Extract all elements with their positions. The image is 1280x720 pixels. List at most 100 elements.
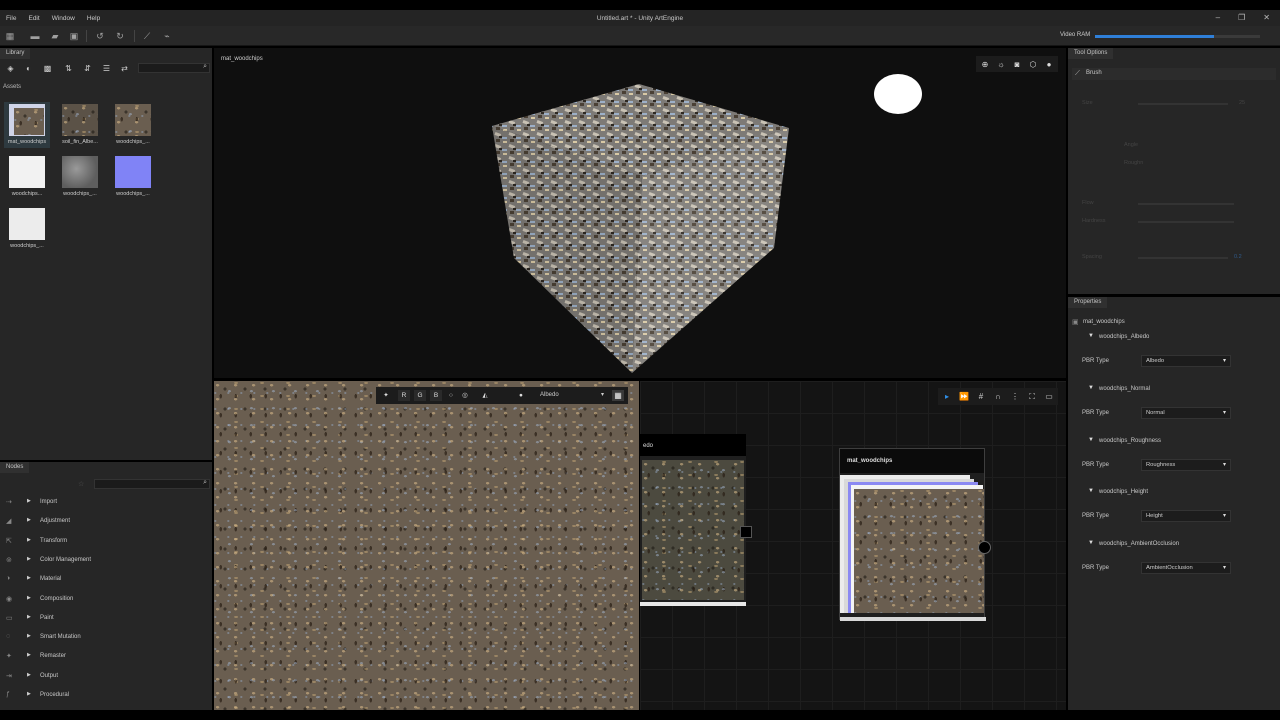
menu-file[interactable]: File <box>0 15 22 22</box>
app-menu-icon[interactable]: ▦ <box>4 30 16 42</box>
node-category-composition[interactable]: ◉ ▶ Composition <box>0 590 212 609</box>
node-category-smart-mutation[interactable]: ◌ ▶ Smart Mutation <box>0 628 212 647</box>
material-filter-icon[interactable]: ◈ <box>6 64 15 73</box>
expand-arrow-icon[interactable]: ▶ <box>27 498 31 504</box>
node-category-output[interactable]: ⇥ ▶ Output <box>0 667 212 686</box>
target-icon[interactable]: ◎ <box>460 390 470 401</box>
expand-arrow-icon[interactable]: ▶ <box>27 537 31 543</box>
collapse-arrow-icon[interactable]: ▼ <box>1088 540 1094 546</box>
spacing-slider[interactable] <box>1138 257 1228 259</box>
collapse-arrow-icon[interactable]: ▼ <box>1088 385 1094 391</box>
material-output-node[interactable]: mat_woodchips <box>839 448 991 621</box>
output-port[interactable] <box>740 526 752 538</box>
node-category-color-management[interactable]: ⊚ ▶ Color Management <box>0 551 212 570</box>
flow-slider[interactable] <box>1138 203 1234 205</box>
new-file-icon[interactable]: ▬ <box>29 30 41 42</box>
size-slider[interactable] <box>1138 103 1228 105</box>
collapse-arrow-icon[interactable]: ▼ <box>1088 488 1094 494</box>
channel-g-button[interactable]: G <box>414 390 426 401</box>
asset-item[interactable]: mat_woodchips <box>4 102 50 148</box>
texture-group-header[interactable]: ▼ woodchips_Roughness <box>1068 437 1280 449</box>
render-icon[interactable]: ✦ <box>380 390 392 401</box>
one-to-one-icon[interactable]: ⋮ <box>1010 392 1020 401</box>
texture-group-header[interactable]: ▼ woodchips_Albedo <box>1068 333 1280 345</box>
asset-item[interactable]: woodchips_... <box>57 154 103 200</box>
tab-nodes[interactable]: Nodes <box>0 462 30 473</box>
3d-viewport[interactable]: mat_woodchips ⊕ ☼ ◙ ⬡ ● <box>214 48 1066 378</box>
channel-r-button[interactable]: R <box>398 390 410 401</box>
undo-icon[interactable]: ↺ <box>94 30 106 42</box>
texture-filter-icon[interactable]: ◐ <box>24 64 33 73</box>
redo-icon[interactable]: ↻ <box>114 30 126 42</box>
texture-group-header[interactable]: ▼ woodchips_AmbientOcclusion <box>1068 540 1280 552</box>
expand-arrow-icon[interactable]: ▶ <box>27 672 31 678</box>
expand-arrow-icon[interactable]: ▶ <box>27 595 31 601</box>
tab-tool-options[interactable]: Tool Options <box>1068 48 1114 59</box>
grid-filter-icon[interactable]: ▩ <box>43 64 52 73</box>
texture-group-header[interactable]: ▼ woodchips_Height <box>1068 488 1280 500</box>
pbr-type-dropdown[interactable]: Roughness ▾ <box>1141 458 1231 471</box>
sort-order-icon[interactable]: ⇵ <box>83 64 92 73</box>
histogram-icon[interactable]: ◭ <box>480 390 490 401</box>
node-category-transform[interactable]: ⇱ ▶ Transform <box>0 532 212 551</box>
node-category-remaster[interactable]: ✦ ▶ Remaster <box>0 647 212 666</box>
node-category-material[interactable]: ◑ ▶ Material <box>0 570 212 589</box>
asset-item[interactable]: woodchips_... <box>110 102 156 148</box>
fast-forward-icon[interactable]: ⏩ <box>959 392 969 401</box>
tab-library[interactable]: Library <box>0 48 31 59</box>
graph-node[interactable]: edo <box>640 434 752 606</box>
pbr-type-dropdown[interactable]: Normal ▾ <box>1141 406 1231 419</box>
pbr-type-dropdown[interactable]: AmbientOcclusion ▾ <box>1141 562 1231 575</box>
expand-arrow-icon[interactable]: ▶ <box>27 652 31 658</box>
expand-arrow-icon[interactable]: ▶ <box>27 517 31 523</box>
material-row[interactable]: ▣ mat_woodchips <box>1068 318 1280 330</box>
map-type-dropdown[interactable]: Albedo ▾ <box>536 390 608 401</box>
fit-view-icon[interactable]: ⛶ <box>1027 392 1037 402</box>
channel-b-button[interactable]: B <box>430 390 442 401</box>
sort-az-icon[interactable]: ⇅ <box>64 64 73 73</box>
asset-item[interactable]: soil_fin_Albe... <box>57 102 103 148</box>
menu-edit[interactable]: Edit <box>22 15 45 22</box>
hardness-slider[interactable] <box>1138 221 1234 223</box>
node-graph[interactable]: ▸ ⏩ # ∩ ⋮ ⛶ ▭ edo mat_woodchips <box>640 381 1066 710</box>
expand-arrow-icon[interactable]: ▶ <box>27 575 31 581</box>
list-view-icon[interactable]: ☰ <box>102 64 111 73</box>
alpha-icon[interactable]: ○ <box>446 390 456 401</box>
close-icon[interactable]: ✕ <box>1263 13 1270 22</box>
save-icon[interactable]: ▣ <box>68 30 80 42</box>
expand-arrow-icon[interactable]: ▶ <box>27 614 31 620</box>
tile-grid-icon[interactable]: ▦ <box>612 390 624 401</box>
output-port[interactable] <box>978 541 991 554</box>
texture-group-header[interactable]: ▼ woodchips_Normal <box>1068 385 1280 397</box>
asset-item[interactable]: woodchips... <box>4 154 50 200</box>
minimize-icon[interactable]: – <box>1216 13 1220 22</box>
brush-tool-icon[interactable]: ⟋ <box>141 30 153 42</box>
open-folder-icon[interactable]: ▰ <box>49 30 61 42</box>
asset-item[interactable]: woodchips_... <box>110 154 156 200</box>
menu-window[interactable]: Window <box>46 15 81 22</box>
expand-arrow-icon[interactable]: ▶ <box>27 691 31 697</box>
brush-tool-row[interactable]: ⟋ Brush <box>1072 68 1276 80</box>
pbr-type-dropdown[interactable]: Albedo ▾ <box>1141 355 1231 367</box>
collapse-arrow-icon[interactable]: ▼ <box>1088 437 1094 443</box>
swap-icon[interactable]: ⇄ <box>120 64 129 73</box>
asset-item[interactable]: woodchips_... <box>4 206 50 252</box>
eraser-tool-icon[interactable]: ⌁ <box>161 30 173 42</box>
node-category-paint[interactable]: ▭ ▶ Paint <box>0 609 212 628</box>
color-dot-icon[interactable]: ● <box>516 390 526 401</box>
node-category-import[interactable]: ⇢ ▶ Import <box>0 493 212 512</box>
node-category-procedural[interactable]: ƒ ▶ Procedural <box>0 686 212 705</box>
maximize-icon[interactable]: ▭ <box>1044 392 1054 401</box>
menu-help[interactable]: Help <box>81 15 106 22</box>
play-icon[interactable]: ▸ <box>942 392 952 401</box>
magnet-icon[interactable]: ∩ <box>993 392 1003 401</box>
node-category-adjustment[interactable]: ◢ ▶ Adjustment <box>0 512 212 531</box>
nodes-search-input[interactable]: ⌕ <box>94 479 210 489</box>
2d-texture-view[interactable]: ✦ R G B ○ ◎ ◭ ● Albedo ▾ ▦ <box>214 381 639 710</box>
collapse-arrow-icon[interactable]: ▼ <box>1088 333 1094 339</box>
grid-snap-icon[interactable]: # <box>976 392 986 401</box>
favorite-icon[interactable]: ☆ <box>78 480 84 488</box>
restore-icon[interactable]: ❐ <box>1238 13 1245 22</box>
expand-arrow-icon[interactable]: ▶ <box>27 556 31 562</box>
tab-properties[interactable]: Properties <box>1068 297 1108 308</box>
